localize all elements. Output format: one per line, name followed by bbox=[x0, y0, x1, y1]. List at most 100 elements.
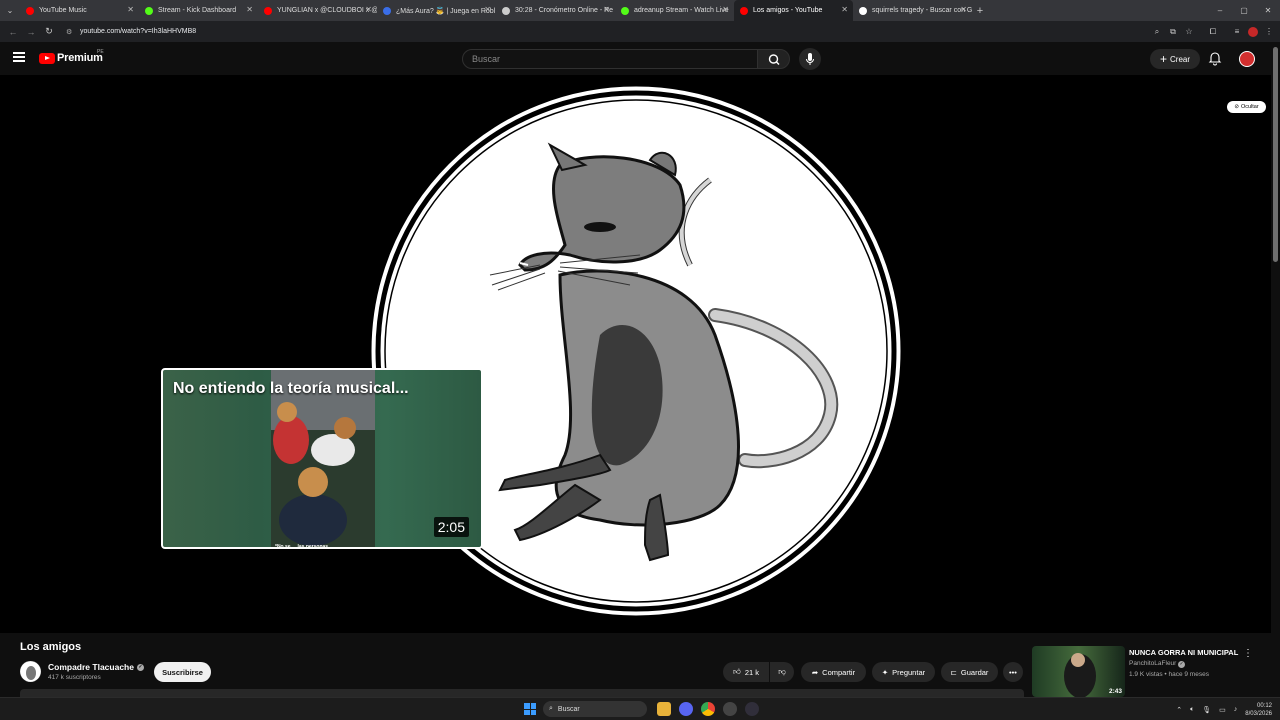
video-title: Los amigos bbox=[20, 641, 82, 653]
obs-icon[interactable] bbox=[745, 702, 759, 716]
tab-close-icon[interactable]: ✕ bbox=[484, 5, 491, 14]
thumbs-up-icon: 👍︎ bbox=[732, 667, 741, 676]
subscriber-count: 417 k suscriptores bbox=[48, 674, 101, 681]
maximize-button[interactable]: ▢ bbox=[1232, 0, 1256, 21]
tray-chevron-icon[interactable]: ⌃ bbox=[1176, 706, 1182, 714]
page-scrollbar[interactable] bbox=[1271, 42, 1280, 697]
menu-icon[interactable] bbox=[13, 52, 25, 64]
reload-button[interactable]: ↻ bbox=[40, 26, 58, 37]
rec-channel[interactable]: PanchitoLaFleur ✓ bbox=[1129, 660, 1186, 668]
channel-avatar[interactable] bbox=[20, 661, 41, 682]
save-label: Guardar bbox=[960, 667, 989, 677]
taskbar-search[interactable]: ⌕ Buscar bbox=[543, 701, 647, 717]
discord-icon[interactable] bbox=[679, 702, 693, 716]
create-label: Crear bbox=[1170, 54, 1191, 64]
media-icon[interactable]: ≡ bbox=[1232, 27, 1242, 36]
close-window-button[interactable]: ✕ bbox=[1256, 0, 1280, 21]
tab-favicon-icon bbox=[740, 6, 748, 15]
browser-menu-icon[interactable]: ⋮ bbox=[1264, 27, 1274, 36]
volume-icon[interactable]: ♪ bbox=[1234, 706, 1238, 713]
tab-close-icon[interactable]: ✕ bbox=[841, 5, 848, 14]
endscreen-video-card[interactable]: *No se ... las personas No entiendo la t… bbox=[161, 368, 483, 549]
taskbar-search-label: Buscar bbox=[557, 705, 580, 713]
more-actions-button[interactable]: ••• bbox=[1003, 662, 1023, 682]
tab-label: YouTube Music bbox=[39, 7, 87, 14]
browser-tab[interactable]: ¿Más Aura? 👼 | Juega en Robl ✕ bbox=[377, 0, 496, 21]
rec-title[interactable]: NUNCA GORRA NI MUNICIPAL bbox=[1129, 648, 1238, 657]
notifications-button[interactable] bbox=[1207, 50, 1223, 66]
address-bar[interactable]: ⚙ youtube.com/watch?v=Ih3laHHVMB8 bbox=[60, 24, 1158, 39]
speaker-icon[interactable]: 🔈︎ bbox=[1190, 706, 1194, 714]
logo-text: Premium bbox=[57, 52, 103, 64]
app-icon[interactable] bbox=[723, 702, 737, 716]
back-button[interactable]: ← bbox=[4, 27, 22, 37]
cast-icon[interactable]: ⧉ bbox=[1168, 27, 1178, 37]
clock[interactable]: 00:12 8/03/2026 bbox=[1245, 702, 1272, 718]
channel-name[interactable]: Compadre Tlacuache ✓ bbox=[48, 662, 144, 672]
minimize-button[interactable]: – bbox=[1208, 0, 1232, 21]
youtube-premium-logo[interactable]: Premium PE bbox=[39, 49, 104, 64]
browser-tab[interactable]: squirrels tragedy - Buscar con G ✕ bbox=[853, 0, 972, 21]
tab-close-icon[interactable]: ✕ bbox=[365, 5, 372, 14]
tab-strip: YouTube Music ✕ Stream - Kick Dashboard ✕ YU… bbox=[20, 0, 972, 21]
hide-overlay-button[interactable]: ⊘ Ocultar bbox=[1227, 101, 1266, 113]
search-icon bbox=[768, 54, 780, 65]
file-explorer-icon[interactable] bbox=[657, 702, 671, 716]
rec-channel-text: PanchitoLaFleur bbox=[1129, 660, 1177, 667]
chrome-icon[interactable] bbox=[701, 702, 715, 716]
like-button[interactable]: 👍︎ 21 k bbox=[723, 662, 769, 682]
forward-button[interactable]: → bbox=[22, 27, 40, 37]
browser-tab[interactable]: adreanup Stream - Watch Live ✕ bbox=[615, 0, 734, 21]
zoom-icon[interactable]: ⌕ bbox=[1152, 27, 1162, 37]
tab-search-icon[interactable]: ⌄ bbox=[0, 0, 20, 21]
tab-close-icon[interactable]: ✕ bbox=[722, 5, 729, 14]
tab-close-icon[interactable]: ✕ bbox=[246, 5, 253, 14]
video-player[interactable] bbox=[0, 75, 1271, 633]
tab-label: Los amigos - YouTube bbox=[753, 7, 823, 14]
browser-tab[interactable]: YUNGLIAN x @CLOUDBOI x @ ✕ bbox=[258, 0, 377, 21]
ask-button[interactable]: ✦ Preguntar bbox=[872, 662, 935, 682]
search-input[interactable]: Buscar bbox=[462, 49, 758, 69]
browser-tab[interactable]: Stream - Kick Dashboard ✕ bbox=[139, 0, 258, 21]
voice-search-button[interactable] bbox=[799, 48, 821, 70]
browser-tab[interactable]: 30:28 - Cronómetro Online - Re ✕ bbox=[496, 0, 615, 21]
browser-tab-bar: ⌄ YouTube Music ✕ Stream - Kick Dashboard ✕… bbox=[0, 0, 1280, 21]
account-avatar[interactable] bbox=[1239, 51, 1255, 67]
bookmark-icon: ⊏ bbox=[950, 667, 957, 677]
eye-off-icon: ⊘ bbox=[1234, 104, 1239, 110]
site-info-icon[interactable]: ⚙ bbox=[66, 28, 74, 36]
start-button[interactable] bbox=[524, 703, 536, 715]
rec-more-icon[interactable]: ⋮ bbox=[1243, 648, 1253, 659]
tab-close-icon[interactable]: ✕ bbox=[603, 5, 610, 14]
bookmark-star-icon[interactable]: ☆ bbox=[1184, 27, 1194, 36]
share-button[interactable]: ➦ Compartir bbox=[801, 662, 866, 682]
tab-favicon-icon bbox=[502, 6, 510, 15]
create-button[interactable]: + Crear bbox=[1150, 49, 1200, 69]
display-icon[interactable]: ▭ bbox=[1219, 706, 1226, 714]
extensions-icon[interactable]: ⧠ bbox=[1208, 27, 1218, 37]
scrollbar-thumb[interactable] bbox=[1273, 47, 1278, 262]
possum-avatar-icon bbox=[20, 661, 41, 682]
tab-favicon-icon bbox=[859, 6, 867, 15]
browser-tab[interactable]: YouTube Music ✕ bbox=[20, 0, 139, 21]
dislike-button[interactable]: 👎︎ bbox=[770, 662, 794, 682]
sparkle-icon: ✦ bbox=[881, 667, 889, 677]
subscribe-button[interactable]: Suscribirse bbox=[154, 662, 211, 682]
recommended-video-thumbnail[interactable]: 2:43 bbox=[1032, 646, 1125, 697]
tab-close-icon[interactable]: ✕ bbox=[960, 5, 967, 14]
channel-name-text: Compadre Tlacuache bbox=[48, 662, 134, 672]
window-controls: – ▢ ✕ bbox=[1208, 0, 1280, 21]
windows-taskbar: ⌕ Buscar ⌃ 🔈︎ 🎙︎ ▭ ♪ 00:12 8/03/2026 bbox=[0, 697, 1280, 720]
like-count: 21 k bbox=[744, 667, 760, 677]
search-button[interactable] bbox=[757, 49, 790, 69]
country-code: PE bbox=[97, 49, 104, 55]
tab-close-icon[interactable]: ✕ bbox=[127, 5, 134, 14]
tab-label: adreanup Stream - Watch Live bbox=[634, 7, 729, 14]
mic-tray-icon[interactable]: 🎙︎ bbox=[1202, 706, 1211, 714]
browser-profile-avatar[interactable] bbox=[1248, 26, 1258, 37]
new-tab-button[interactable]: + bbox=[972, 5, 988, 17]
browser-tab[interactable]: Los amigos - YouTube ✕ bbox=[734, 0, 853, 21]
plus-icon: + bbox=[1159, 52, 1167, 66]
save-button[interactable]: ⊏ Guardar bbox=[941, 662, 998, 682]
description-box[interactable] bbox=[20, 689, 1024, 697]
